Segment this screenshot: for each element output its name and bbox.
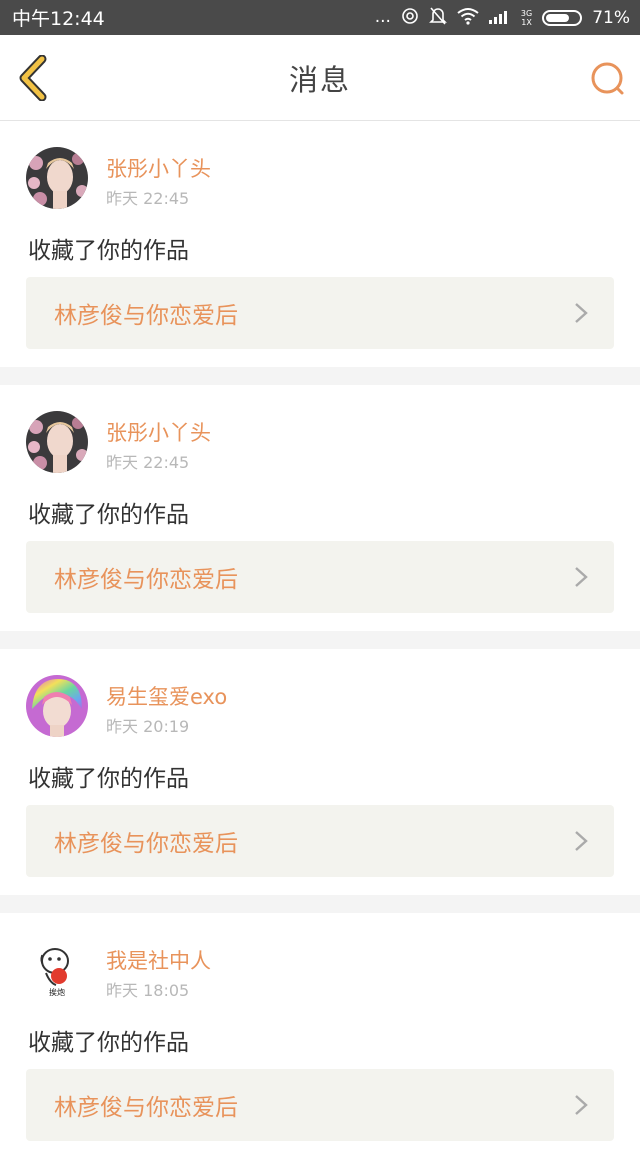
battery-icon — [542, 9, 583, 26]
work-link[interactable]: 林彦俊与你恋爱后 — [26, 805, 614, 877]
wifi-icon — [457, 7, 479, 29]
search-button[interactable] — [588, 59, 628, 99]
chevron-right-icon — [575, 567, 588, 587]
hotspot-icon — [401, 7, 419, 29]
work-title: 林彦俊与你恋爱后 — [54, 831, 238, 857]
timestamp: 昨天 22:45 — [106, 453, 190, 472]
action-text: 收藏了你的作品 — [28, 502, 189, 528]
avatar-caption: 挨炮 — [49, 988, 65, 997]
timestamp: 昨天 22:45 — [106, 189, 190, 208]
network-bottom-label: 1X — [521, 17, 532, 27]
avatar[interactable] — [26, 675, 88, 737]
network-top-label: 3G — [520, 8, 533, 18]
status-bar: 中午12:44 ... 3G 1X 71% — [0, 0, 640, 35]
username[interactable]: 我是社中人 — [106, 945, 211, 975]
username[interactable]: 易生玺爱exo — [106, 681, 227, 711]
username[interactable]: 张彤小丫头 — [106, 153, 211, 183]
chevron-right-icon — [575, 831, 588, 851]
signal-icon — [488, 8, 511, 28]
message-card: 易生玺爱exo 昨天 20:19 收藏了你的作品 林彦俊与你恋爱后 — [0, 649, 640, 895]
timestamp: 昨天 20:19 — [106, 717, 190, 736]
message-card: 挨炮 我是社中人 昨天 18:05 收藏了你的作品 林彦俊与你恋爱后 — [0, 913, 640, 1159]
avatar[interactable] — [26, 147, 88, 209]
work-link[interactable]: 林彦俊与你恋爱后 — [26, 277, 614, 349]
chevron-left-icon — [19, 54, 47, 102]
back-button[interactable] — [14, 54, 58, 102]
search-icon — [591, 62, 624, 95]
action-text: 收藏了你的作品 — [28, 1030, 189, 1056]
work-title: 林彦俊与你恋爱后 — [54, 567, 238, 593]
avatar[interactable]: 挨炮 — [26, 939, 88, 1001]
battery-percent: 71% — [592, 7, 630, 28]
status-icons: ... 3G 1X 71% — [375, 6, 630, 30]
status-time: 中午12:44 — [12, 8, 105, 30]
bell-muted-icon — [428, 6, 447, 30]
work-title: 林彦俊与你恋爱后 — [54, 303, 238, 329]
work-title: 林彦俊与你恋爱后 — [54, 1095, 238, 1121]
timestamp: 昨天 18:05 — [106, 981, 190, 1000]
message-card: 张彤小丫头 昨天 22:45 收藏了你的作品 林彦俊与你恋爱后 — [0, 385, 640, 631]
action-text: 收藏了你的作品 — [28, 238, 189, 264]
chevron-right-icon — [575, 303, 588, 323]
page-title: 消息 — [288, 62, 351, 97]
header: 消息 — [0, 35, 640, 121]
username[interactable]: 张彤小丫头 — [106, 417, 211, 447]
message-card: 张彤小丫头 昨天 22:45 收藏了你的作品 林彦俊与你恋爱后 — [0, 121, 640, 367]
chevron-right-icon — [575, 1095, 588, 1115]
action-text: 收藏了你的作品 — [28, 766, 189, 792]
work-link[interactable]: 林彦俊与你恋爱后 — [26, 1069, 614, 1141]
avatar[interactable] — [26, 411, 88, 473]
network-type: 3G 1X — [521, 9, 532, 27]
more-dots-icon: ... — [374, 7, 391, 27]
work-link[interactable]: 林彦俊与你恋爱后 — [26, 541, 614, 613]
